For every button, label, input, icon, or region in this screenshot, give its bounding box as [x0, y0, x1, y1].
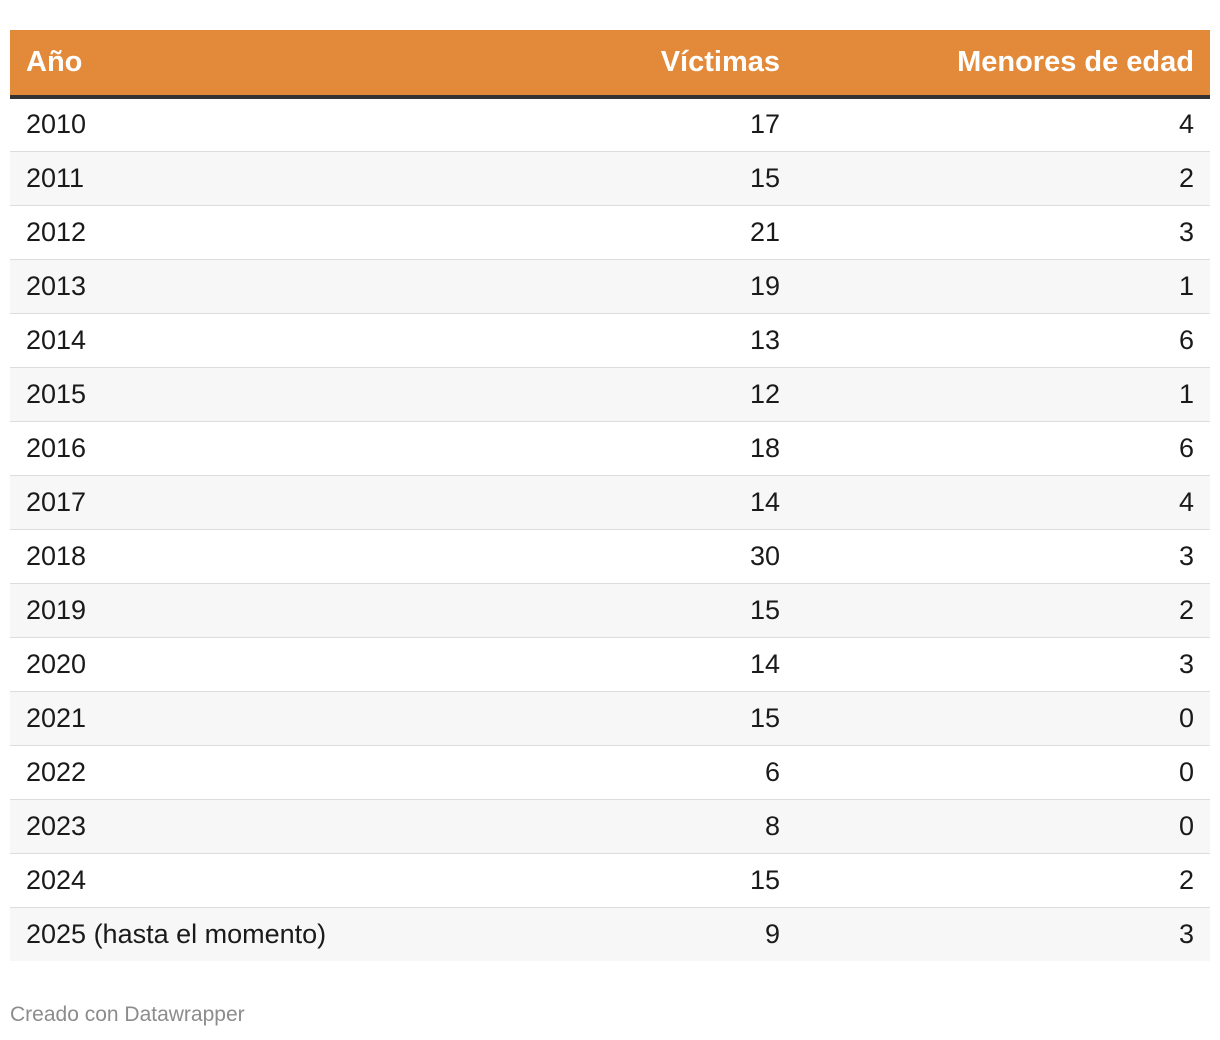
year-cell: 2015 [10, 367, 595, 422]
table-row: 2010 17 4 [10, 97, 1210, 152]
minors-cell: 4 [796, 475, 1210, 530]
table-row: 2024 15 2 [10, 853, 1210, 908]
table-row: 2014 13 6 [10, 313, 1210, 368]
table-row: 2013 19 1 [10, 259, 1210, 314]
victims-cell: 14 [595, 637, 796, 692]
table-header-row: Año Víctimas Menores de edad [10, 30, 1210, 99]
victims-cell: 15 [595, 691, 796, 746]
table-row: 2012 21 3 [10, 205, 1210, 260]
victims-cell: 17 [595, 97, 796, 152]
minors-cell: 6 [796, 421, 1210, 476]
victims-cell: 12 [595, 367, 796, 422]
minors-cell: 0 [796, 799, 1210, 854]
minors-cell: 3 [796, 907, 1210, 961]
table-row: 2017 14 4 [10, 475, 1210, 530]
year-cell: 2021 [10, 691, 595, 746]
column-header-minors[interactable]: Menores de edad [796, 30, 1210, 99]
victims-cell: 19 [595, 259, 796, 314]
minors-cell: 0 [796, 691, 1210, 746]
table-row: 2018 30 3 [10, 529, 1210, 584]
victims-cell: 18 [595, 421, 796, 476]
table-row: 2020 14 3 [10, 637, 1210, 692]
victims-cell: 6 [595, 745, 796, 800]
minors-cell: 3 [796, 529, 1210, 584]
table-body: 2010 17 4 2011 15 2 2012 21 3 2013 19 1 2014 13 6 2015 1… [10, 97, 1210, 961]
victims-cell: 21 [595, 205, 796, 260]
table-row: 2022 6 0 [10, 745, 1210, 800]
table-row: 2015 12 1 [10, 367, 1210, 422]
victims-cell: 13 [595, 313, 796, 368]
year-cell: 2011 [10, 151, 595, 206]
table-row: 2016 18 6 [10, 421, 1210, 476]
column-header-victims[interactable]: Víctimas [595, 30, 796, 99]
year-cell: 2016 [10, 421, 595, 476]
minors-cell: 3 [796, 205, 1210, 260]
minors-cell: 1 [796, 259, 1210, 314]
year-cell: 2019 [10, 583, 595, 638]
table-row: 2021 15 0 [10, 691, 1210, 746]
victims-cell: 9 [595, 907, 796, 961]
victims-cell: 15 [595, 151, 796, 206]
column-header-year[interactable]: Año [10, 30, 595, 99]
year-cell: 2023 [10, 799, 595, 854]
data-table: Año Víctimas Menores de edad 2010 17 4 2011… [10, 30, 1210, 961]
table-row: 2025 (hasta el momento) 9 3 [10, 907, 1210, 961]
minors-cell: 2 [796, 151, 1210, 206]
victims-cell: 30 [595, 529, 796, 584]
minors-cell: 0 [796, 745, 1210, 800]
table-row: 2023 8 0 [10, 799, 1210, 854]
table-row: 2019 15 2 [10, 583, 1210, 638]
year-cell: 2014 [10, 313, 595, 368]
minors-cell: 3 [796, 637, 1210, 692]
victims-cell: 15 [595, 583, 796, 638]
victims-cell: 14 [595, 475, 796, 530]
minors-cell: 1 [796, 367, 1210, 422]
year-cell: 2025 (hasta el momento) [10, 907, 595, 961]
table-header: Año Víctimas Menores de edad [10, 30, 1210, 99]
minors-cell: 2 [796, 853, 1210, 908]
year-cell: 2013 [10, 259, 595, 314]
year-cell: 2020 [10, 637, 595, 692]
year-cell: 2012 [10, 205, 595, 260]
data-table-container: Año Víctimas Menores de edad 2010 17 4 2011… [10, 30, 1210, 961]
victims-cell: 8 [595, 799, 796, 854]
minors-cell: 2 [796, 583, 1210, 638]
year-cell: 2010 [10, 97, 595, 152]
table-row: 2011 15 2 [10, 151, 1210, 206]
year-cell: 2022 [10, 745, 595, 800]
minors-cell: 6 [796, 313, 1210, 368]
victims-cell: 15 [595, 853, 796, 908]
year-cell: 2017 [10, 475, 595, 530]
year-cell: 2024 [10, 853, 595, 908]
year-cell: 2018 [10, 529, 595, 584]
minors-cell: 4 [796, 97, 1210, 152]
datawrapper-credit[interactable]: Creado con Datawrapper [10, 1003, 245, 1027]
